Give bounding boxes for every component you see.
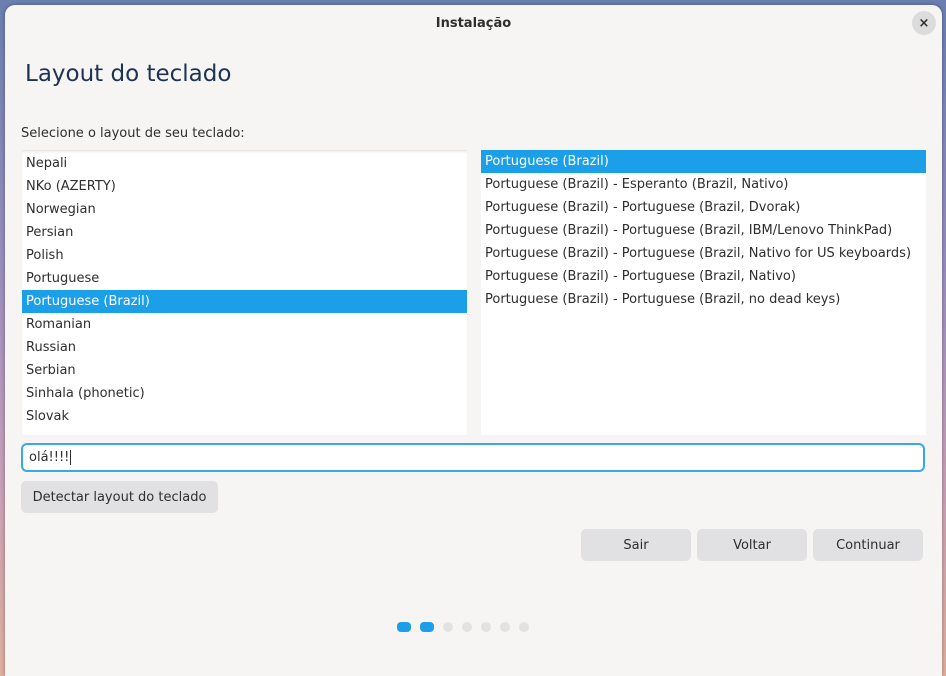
progress-dot: [420, 622, 434, 632]
layout-list[interactable]: Nepali NKo (AZERTY) Norwegian Persian Polish…: [22, 150, 467, 435]
keyboard-test-input[interactable]: olá!!!!: [21, 443, 925, 472]
progress-dot: [481, 622, 491, 632]
progress-dot: [443, 622, 453, 632]
layout-list-item[interactable]: Nepali: [22, 152, 467, 175]
layout-list-item[interactable]: Slovak: [22, 405, 467, 428]
close-icon[interactable]: ×: [912, 11, 936, 35]
variant-list-item[interactable]: Portuguese (Brazil) - Portuguese (Brazil…: [481, 265, 926, 288]
variant-list-item[interactable]: Portuguese (Brazil) - Portuguese (Brazil…: [481, 242, 926, 265]
variant-list-item[interactable]: Portuguese (Brazil) - Portuguese (Brazil…: [481, 219, 926, 242]
continue-button[interactable]: Continuar: [813, 529, 923, 561]
variant-list-item[interactable]: Portuguese (Brazil) - Esperanto (Brazil,…: [481, 173, 926, 196]
layout-list-item[interactable]: Norwegian: [22, 198, 467, 221]
detect-layout-button[interactable]: Detectar layout do teclado: [21, 481, 218, 513]
variant-list[interactable]: Portuguese (Brazil) Portuguese (Brazil) -…: [481, 150, 926, 435]
layout-list-item[interactable]: Portuguese: [22, 267, 467, 290]
variant-list-item[interactable]: Portuguese (Brazil) - Portuguese (Brazil…: [481, 288, 926, 311]
layout-list-item[interactable]: NKo (AZERTY): [22, 175, 467, 198]
layout-list-item[interactable]: Polish: [22, 244, 467, 267]
progress-dot: [397, 622, 411, 632]
titlebar: Instalação ×: [5, 5, 942, 41]
layout-list-item[interactable]: Persian: [22, 221, 467, 244]
keyboard-test-value: olá!!!!: [29, 450, 70, 465]
progress-dot: [519, 622, 529, 632]
window-title: Instalação: [435, 15, 512, 31]
layout-list-item[interactable]: Sinhala (phonetic): [22, 382, 467, 405]
layout-list-item[interactable]: Serbian: [22, 359, 467, 382]
back-button[interactable]: Voltar: [697, 529, 807, 561]
quit-button[interactable]: Sair: [581, 529, 691, 561]
text-caret: [70, 450, 72, 465]
progress-dots: [397, 622, 529, 632]
layout-list-item[interactable]: Russian: [22, 336, 467, 359]
installer-window: Instalação × Layout do teclado Selecione…: [5, 5, 942, 676]
variant-list-item[interactable]: Portuguese (Brazil) - Portuguese (Brazil…: [481, 196, 926, 219]
progress-dot: [500, 622, 510, 632]
progress-dot: [462, 622, 472, 632]
page-title: Layout do teclado: [25, 61, 232, 87]
layout-prompt: Selecione o layout de seu teclado:: [21, 126, 245, 141]
layout-list-item[interactable]: Portuguese (Brazil): [22, 290, 467, 313]
variant-list-item[interactable]: Portuguese (Brazil): [481, 150, 926, 173]
layout-list-item[interactable]: Romanian: [22, 313, 467, 336]
